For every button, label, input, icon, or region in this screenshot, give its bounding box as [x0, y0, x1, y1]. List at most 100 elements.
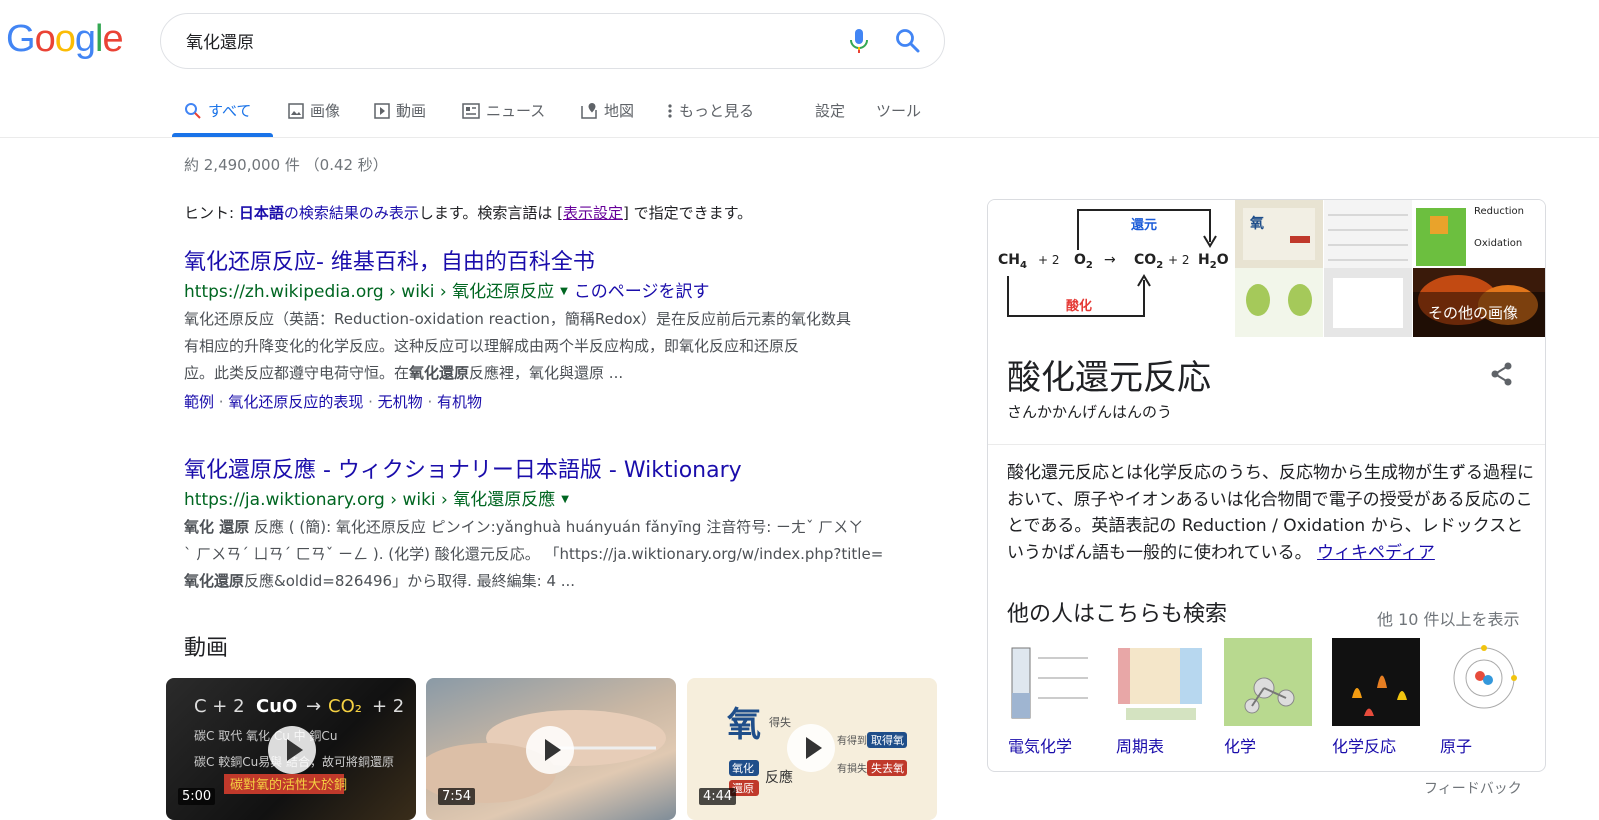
tab-label: 画像: [310, 102, 341, 120]
related-item[interactable]: 周期表: [1116, 638, 1204, 757]
kp-description-text: 酸化還元反応とは化学反応のうち、反応物から生成物が生ずる過程において、原子やイオ…: [1007, 463, 1534, 563]
kp-diagram-ch4: CH: [998, 252, 1020, 268]
svg-text:失去氧: 失去氧: [871, 761, 904, 775]
svg-text:Oxidation: Oxidation: [1474, 238, 1522, 249]
microphone-icon[interactable]: [847, 27, 871, 55]
snippet-line: 有相应的升降变化的化学反应。这种反应可以理解成由两个半反应构成，即氧化反应和还原…: [184, 337, 800, 355]
kp-source-link[interactable]: ウィキペディア: [1317, 543, 1435, 563]
news-icon: [462, 102, 480, 119]
svg-text:+ 2: + 2: [372, 696, 404, 717]
sitelink[interactable]: 有机物: [437, 393, 482, 411]
play-icon[interactable]: [787, 724, 835, 772]
svg-text:取得氧: 取得氧: [871, 733, 904, 747]
video-card[interactable]: C + 2 CuO → CO₂ + 2 碳C 取代 氧化 Cu 中 銅Cu 碳C…: [166, 678, 416, 820]
play-icon[interactable]: [268, 726, 316, 774]
video-duration: 7:54: [438, 788, 476, 805]
video-card[interactable]: 7:54: [426, 678, 676, 820]
translate-link[interactable]: このページを訳す: [574, 281, 710, 303]
snippet-bold: 氧化 還原: [184, 518, 250, 536]
search-icon[interactable]: [894, 27, 922, 55]
snippet-text: 反應 ( (簡): 氧化还原反应 ピンイン:yǎnghuà huányuán f…: [249, 518, 864, 536]
tab-more[interactable]: もっと見る: [667, 100, 754, 121]
video-duration: 5:00: [178, 788, 216, 805]
show-more-link[interactable]: 他 10 件以上を表示: [1377, 606, 1520, 630]
tab-videos[interactable]: 動画: [374, 100, 426, 121]
tab-all[interactable]: すべて: [184, 100, 251, 121]
tab-label: すべて: [208, 102, 252, 120]
result-title[interactable]: 氧化还原反应- 维基百科，自由的百科全书: [184, 249, 924, 277]
svg-text:碳C 取代 氧化 Cu 中 銅Cu: 碳C 取代 氧化 Cu 中 銅Cu: [194, 728, 337, 743]
snippet-line: 应。此类反应都遵守电荷守恒。在氧化還原反應裡，氧化與還原 ...: [184, 360, 924, 387]
svg-text:氧: 氧: [1249, 215, 1264, 232]
feedback-link[interactable]: フィードバック: [1424, 778, 1522, 798]
svg-text:氧: 氧: [727, 705, 761, 745]
related-item[interactable]: 化学: [1224, 638, 1312, 757]
kp-description: 酸化還元反応とは化学反応のうち、反応物から生成物が生ずる過程において、原子やイオ…: [1007, 460, 1537, 566]
divider: [988, 444, 1545, 445]
svg-text:Reduction: Reduction: [1474, 206, 1524, 217]
svg-text:CuO: CuO: [256, 696, 297, 717]
search-box[interactable]: 氧化還原: [160, 13, 945, 69]
kp-reading: さんかかんげんはんのう: [1007, 403, 1173, 421]
hint-settings-link[interactable]: 表示設定: [563, 204, 623, 222]
kp-diagram-co2: CO: [1134, 252, 1156, 268]
related-item[interactable]: 原子: [1440, 638, 1528, 757]
tab-news[interactable]: ニュース: [462, 100, 545, 121]
result-url-text[interactable]: https://zh.wikipedia.org › wiki › 氧化还原反应: [184, 281, 554, 303]
caret-down-icon[interactable]: ▼: [560, 281, 568, 303]
google-logo[interactable]: Google: [6, 20, 124, 58]
tab-label: 設定: [815, 102, 846, 120]
hint-suffix: ] で指定できます。: [623, 204, 753, 222]
play-icon[interactable]: [526, 726, 574, 774]
sitelink[interactable]: 无机物: [378, 393, 423, 411]
tab-label: ツール: [876, 102, 922, 120]
tab-label: 地図: [604, 102, 635, 120]
related-item-label: 周期表: [1116, 737, 1165, 756]
snippet-text: 反應裡，氧化與還原 ...: [469, 364, 624, 382]
related-item[interactable]: 電気化学: [1008, 638, 1096, 757]
result-title[interactable]: 氧化還原反應 - ウィクショナリー日本語版 - Wiktionary: [184, 457, 924, 485]
result-url-text[interactable]: https://ja.wiktionary.org › wiki › 氧化還原反…: [184, 489, 555, 511]
svg-text:反應: 反應: [765, 769, 793, 786]
tab-tools[interactable]: ツール: [876, 100, 921, 121]
sitelink[interactable]: 氧化还原反应的表现: [228, 393, 363, 411]
kp-title: 酸化還元反応: [1007, 358, 1211, 398]
search-input[interactable]: 氧化還原: [186, 28, 254, 53]
share-icon[interactable]: [1488, 360, 1516, 388]
related-item-label: 化学: [1224, 737, 1257, 756]
result-url: https://ja.wiktionary.org › wiki › 氧化還原反…: [184, 489, 924, 511]
related-item-label: 電気化学: [1008, 737, 1073, 756]
kp-diagram-h2o: H: [1198, 252, 1210, 268]
search-result: 氧化還原反應 - ウィクショナリー日本語版 - Wiktionary https…: [184, 457, 924, 595]
kp-diagram-arrow: →: [1104, 252, 1116, 268]
related-item[interactable]: 化学反応: [1332, 638, 1420, 757]
kp-diagram-plus2: + 2: [1168, 253, 1190, 267]
caret-down-icon[interactable]: ▼: [561, 489, 569, 511]
more-images-link[interactable]: その他の画像: [1428, 302, 1518, 323]
svg-text:得失: 得失: [769, 716, 791, 729]
hint-language-link[interactable]: 日本語の検索結果のみ表示: [239, 204, 419, 222]
result-stats: 約 2,490,000 件 （0.42 秒）: [184, 156, 388, 174]
people-also-search-heading: 他の人はこちらも検索: [1007, 602, 1228, 627]
video-duration: 4:44: [699, 788, 737, 805]
tab-settings[interactable]: 設定: [815, 100, 845, 121]
related-thumbnail: [1440, 638, 1528, 726]
tab-images[interactable]: 画像: [288, 100, 340, 121]
svg-text:C + 2: C + 2: [194, 696, 245, 717]
svg-text:→: →: [306, 696, 321, 717]
related-thumbnail: [1116, 638, 1204, 726]
hint-bold: 日本語: [238, 204, 284, 222]
sitelink[interactable]: 範例: [184, 393, 214, 411]
related-thumbnail: [1008, 638, 1096, 726]
video-card[interactable]: 氧 得失 有得到 取得氧 氧化 反應 有損失 失去氧 還原 4:44: [687, 678, 937, 820]
tab-maps[interactable]: 地図: [580, 100, 634, 121]
kp-image-strip[interactable]: 還元 CH4 + 2 O2 → CO2 + 2 H2O 酸化 氧 Reducti…: [988, 200, 1545, 337]
kp-diagram-top-label: 還元: [1131, 217, 1157, 233]
hint-mid: します。検索言語は [: [418, 204, 563, 222]
related-thumbnail: [1332, 638, 1420, 726]
snippet-line: 氧化還原反應&oldid=826496」から取得. 最終編集: 4 ...: [184, 568, 924, 595]
tab-label: 動画: [396, 102, 427, 120]
related-thumbnail: [1224, 638, 1312, 726]
snippet-text: 应。此类反应都遵守电荷守恒。在: [184, 364, 410, 382]
snippet-bold: 氧化還原: [184, 572, 245, 590]
